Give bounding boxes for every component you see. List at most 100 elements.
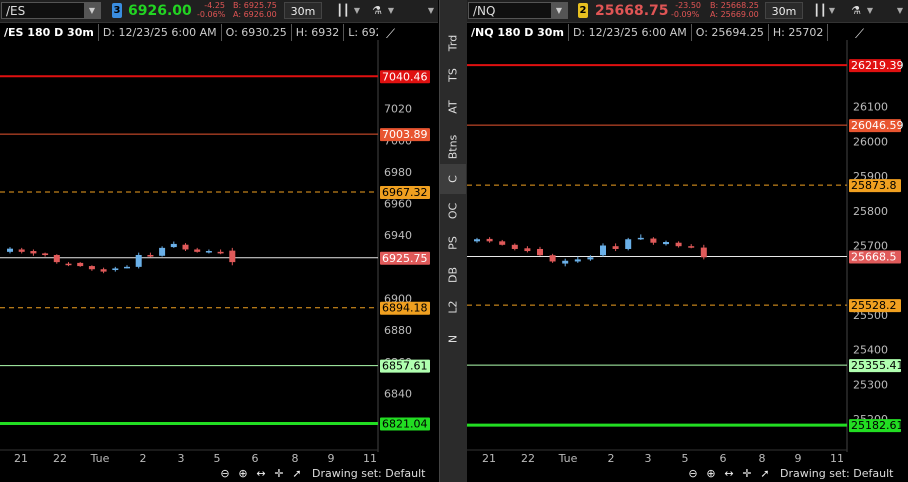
time-tick-label: 9 [795, 452, 802, 465]
crosshair-icon[interactable]: ✛ [738, 466, 756, 482]
price-level-label: 25873.8 [851, 179, 897, 192]
sidebar-tab-n[interactable]: N [440, 324, 466, 354]
drawing-tool-icon[interactable]: ⟋ [855, 27, 865, 42]
sidebar-tab-ts[interactable]: TS [440, 60, 466, 90]
pointer-icon[interactable]: ➚ [288, 466, 306, 482]
candle-body [688, 246, 695, 248]
candle-body [587, 257, 594, 260]
candle-body [574, 259, 581, 262]
sidebar-tab-label: OC [446, 202, 460, 220]
drawing-set-label[interactable]: Drawing set: Default [780, 467, 893, 480]
pan-icon[interactable]: ↔ [720, 466, 738, 482]
candle-body [675, 242, 682, 247]
time-tick-label: Tue [558, 452, 578, 465]
candle-body [700, 247, 707, 258]
sidebar-tab-label: AT [446, 100, 460, 114]
candle-body [124, 266, 130, 269]
candle-body [600, 245, 606, 256]
zoom-in-icon[interactable]: ⊕ [702, 466, 720, 482]
zoom-in-icon[interactable]: ⊕ [234, 466, 252, 482]
sidebar-tab-label: TS [446, 68, 460, 82]
candle-body [42, 253, 49, 255]
time-tick-label: 9 [328, 452, 335, 465]
candle-body [663, 242, 669, 245]
drawing-tool-icon[interactable]: ⟋ [386, 27, 396, 42]
candle-body [625, 239, 632, 249]
candle-body [205, 251, 212, 253]
candle-body [182, 244, 189, 250]
price-level-label: 6925.75 [382, 252, 428, 265]
candle-body [486, 238, 493, 242]
candle-body [612, 246, 619, 249]
candle-body [147, 254, 154, 257]
time-tick-label: 6 [252, 452, 259, 465]
price-tick-label: 25300 [853, 378, 888, 391]
zoom-out-icon[interactable]: ⊖ [684, 466, 702, 482]
price-level-label: 7003.89 [382, 128, 428, 141]
candle-body [511, 244, 518, 249]
price-tick-label: 26000 [853, 135, 888, 148]
zoom-out-icon[interactable]: ⊖ [216, 466, 234, 482]
price-tick-label: 6940 [384, 229, 412, 242]
crosshair-icon[interactable]: ✛ [270, 466, 288, 482]
price-tick-label: 6980 [384, 166, 412, 179]
sidebar-tab-l2[interactable]: L2 [440, 292, 466, 322]
candle-body [100, 269, 107, 272]
candle-body [65, 263, 72, 266]
sidebar-tab-label: Btns [446, 134, 460, 160]
price-tick-label: 6880 [384, 324, 412, 337]
sidebar-tab-trd[interactable]: Trd [440, 28, 466, 58]
plot-area [467, 56, 847, 435]
candle-body [650, 238, 657, 243]
candle-body [217, 251, 224, 254]
candle-body [474, 239, 480, 242]
candle-body [18, 249, 25, 252]
price-level-label: 25668.5 [851, 250, 897, 263]
candle-body [159, 247, 166, 256]
side-panel-tabs: Trd TS AT Btns C OC PS DB L2 N [439, 0, 468, 482]
price-chart[interactable]: 2610026000259002580025700255002540025300… [467, 0, 908, 482]
candle-body [7, 248, 13, 252]
sidebar-tab-label: DB [446, 266, 460, 284]
candle-body [30, 251, 37, 254]
candle-body [499, 241, 506, 245]
price-tick-label: 7020 [384, 103, 412, 116]
price-level-label: 7040.46 [382, 70, 428, 83]
price-tick-label: 25400 [853, 344, 888, 357]
time-tick-label: Tue [90, 452, 110, 465]
candle-body [170, 243, 177, 248]
sidebar-tab-label: L2 [446, 300, 460, 314]
candle-body [562, 260, 569, 264]
time-tick-label: 2 [140, 452, 147, 465]
time-tick-label: 21 [482, 452, 496, 465]
pointer-icon[interactable]: ➚ [756, 466, 774, 482]
price-level-label: 25182.61 [851, 419, 904, 432]
time-tick-label: 3 [178, 452, 185, 465]
price-level-label: 6967.32 [382, 186, 428, 199]
candle-body [88, 266, 95, 270]
time-tick-label: 8 [292, 452, 299, 465]
drawing-set-label[interactable]: Drawing set: Default [312, 467, 425, 480]
sidebar-tab-ps[interactable]: PS [440, 228, 466, 258]
time-tick-label: 21 [14, 452, 28, 465]
sidebar-tab-at[interactable]: AT [440, 92, 466, 122]
candle-body [549, 255, 556, 262]
sidebar-tab-label: Trd [446, 34, 460, 52]
sidebar-tab-c[interactable]: C [440, 164, 466, 194]
pan-icon[interactable]: ↔ [252, 466, 270, 482]
chart-panel-es: /ES ▼ 3 6926.00 -4.25 -0.06% B: 6925.75 … [0, 0, 438, 482]
plot-area [0, 56, 378, 435]
price-chart[interactable]: 7020700069806960694069006880686068407040… [0, 0, 438, 482]
price-level-label: 25355.41 [851, 359, 904, 372]
price-tick-label: 26100 [853, 101, 888, 114]
sidebar-tab-btns[interactable]: Btns [440, 128, 466, 166]
time-tick-label: 2 [608, 452, 615, 465]
chart-bottom-toolbar: ⊖ ⊕ ↔ ✛ ➚ Drawing set: Default [216, 466, 425, 482]
candle-body [112, 268, 119, 271]
candle-body [135, 254, 142, 267]
candle-body [524, 248, 531, 252]
sidebar-tab-db[interactable]: DB [440, 260, 466, 290]
sidebar-tab-oc[interactable]: OC [440, 196, 466, 226]
price-level-label: 6821.04 [382, 417, 428, 430]
candle-body [53, 254, 60, 263]
